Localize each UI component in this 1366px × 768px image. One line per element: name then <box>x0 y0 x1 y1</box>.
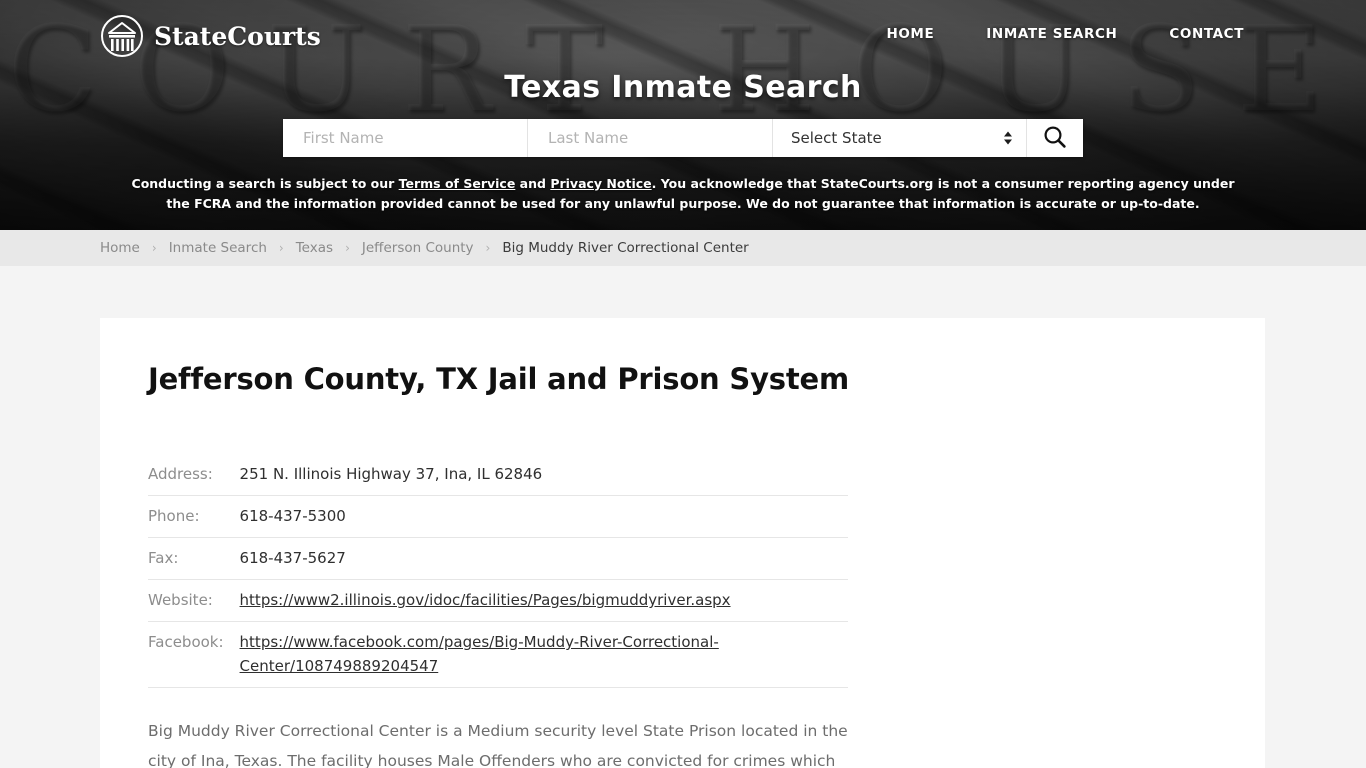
facility-description: Big Muddy River Correctional Center is a… <box>148 716 848 768</box>
breadcrumb: Home › Inmate Search › Texas › Jefferson… <box>0 230 1366 266</box>
content-title: Jefferson County, TX Jail and Prison Sys… <box>148 362 849 396</box>
search-button[interactable] <box>1027 119 1083 157</box>
page-title: Texas Inmate Search <box>504 70 862 105</box>
site-header: COURT HOUSE StateCourts HOME INMATE SE <box>0 0 1366 230</box>
terms-of-service-link[interactable]: Terms of Service <box>399 176 516 191</box>
search-disclaimer: Conducting a search is subject to our Te… <box>128 174 1238 214</box>
breadcrumb-item-inmate-search[interactable]: Inmate Search <box>169 240 267 256</box>
first-name-input[interactable] <box>301 128 527 148</box>
state-select[interactable]: Select State <box>773 119 1027 157</box>
courthouse-circle-icon <box>100 14 144 58</box>
table-row: Facebook: https://www.facebook.com/pages… <box>148 621 848 688</box>
chevron-right-icon: › <box>485 241 491 255</box>
breadcrumb-item-current: Big Muddy River Correctional Center <box>502 240 749 256</box>
chevron-right-icon: › <box>278 241 284 255</box>
breadcrumb-item-home[interactable]: Home <box>100 240 140 256</box>
detail-label-website: Website: <box>148 579 240 622</box>
chevron-updown-icon <box>1004 131 1012 145</box>
facility-details-table: Address: 251 N. Illinois Highway 37, Ina… <box>148 454 848 688</box>
first-name-field-wrapper <box>283 119 528 157</box>
detail-value-website: https://www2.illinois.gov/idoc/facilitie… <box>239 579 848 622</box>
detail-value-facebook: https://www.facebook.com/pages/Big-Muddy… <box>239 621 848 688</box>
table-row: Fax: 618-437-5627 <box>148 537 848 580</box>
table-row: Website: https://www2.illinois.gov/idoc/… <box>148 579 848 622</box>
detail-label-facebook: Facebook: <box>148 621 240 688</box>
table-row: Phone: 618-437-5300 <box>148 495 848 538</box>
detail-label-fax: Fax: <box>148 537 240 580</box>
detail-value-phone: 618-437-5300 <box>239 495 848 538</box>
nav-item-contact[interactable]: CONTACT <box>1143 26 1270 42</box>
brand-logo[interactable]: StateCourts <box>100 14 321 58</box>
inmate-search-form: Select State <box>283 119 1083 157</box>
search-icon <box>1042 124 1068 153</box>
last-name-input[interactable] <box>546 128 772 148</box>
last-name-field-wrapper <box>528 119 773 157</box>
page-body: Jefferson County, TX Jail and Prison Sys… <box>0 266 1366 768</box>
disclaimer-text-2: and <box>515 176 551 191</box>
disclaimer-text-1: Conducting a search is subject to our <box>131 176 399 191</box>
breadcrumb-item-jefferson-county[interactable]: Jefferson County <box>362 240 474 256</box>
chevron-right-icon: › <box>151 241 157 255</box>
detail-value-fax: 618-437-5627 <box>239 537 848 580</box>
table-row: Address: 251 N. Illinois Highway 37, Ina… <box>148 454 848 496</box>
nav-item-inmate-search[interactable]: INMATE SEARCH <box>960 26 1143 42</box>
breadcrumb-item-texas[interactable]: Texas <box>296 240 333 256</box>
description-segment-1: Big Muddy River Correctional Center is a… <box>148 722 848 768</box>
detail-label-address: Address: <box>148 454 240 496</box>
website-link[interactable]: https://www2.illinois.gov/idoc/facilitie… <box>240 591 731 609</box>
detail-label-phone: Phone: <box>148 495 240 538</box>
content-card: Jefferson County, TX Jail and Prison Sys… <box>100 318 1265 768</box>
chevron-right-icon: › <box>345 241 350 255</box>
nav-item-home[interactable]: HOME <box>860 26 960 42</box>
facebook-link[interactable]: https://www.facebook.com/pages/Big-Muddy… <box>240 633 719 675</box>
state-select-value: Select State <box>791 129 882 147</box>
brand-name: StateCourts <box>154 21 321 51</box>
detail-value-address: 251 N. Illinois Highway 37, Ina, IL 6284… <box>239 454 848 496</box>
main-navigation: HOME INMATE SEARCH CONTACT <box>860 26 1270 42</box>
privacy-notice-link[interactable]: Privacy Notice <box>550 176 651 191</box>
